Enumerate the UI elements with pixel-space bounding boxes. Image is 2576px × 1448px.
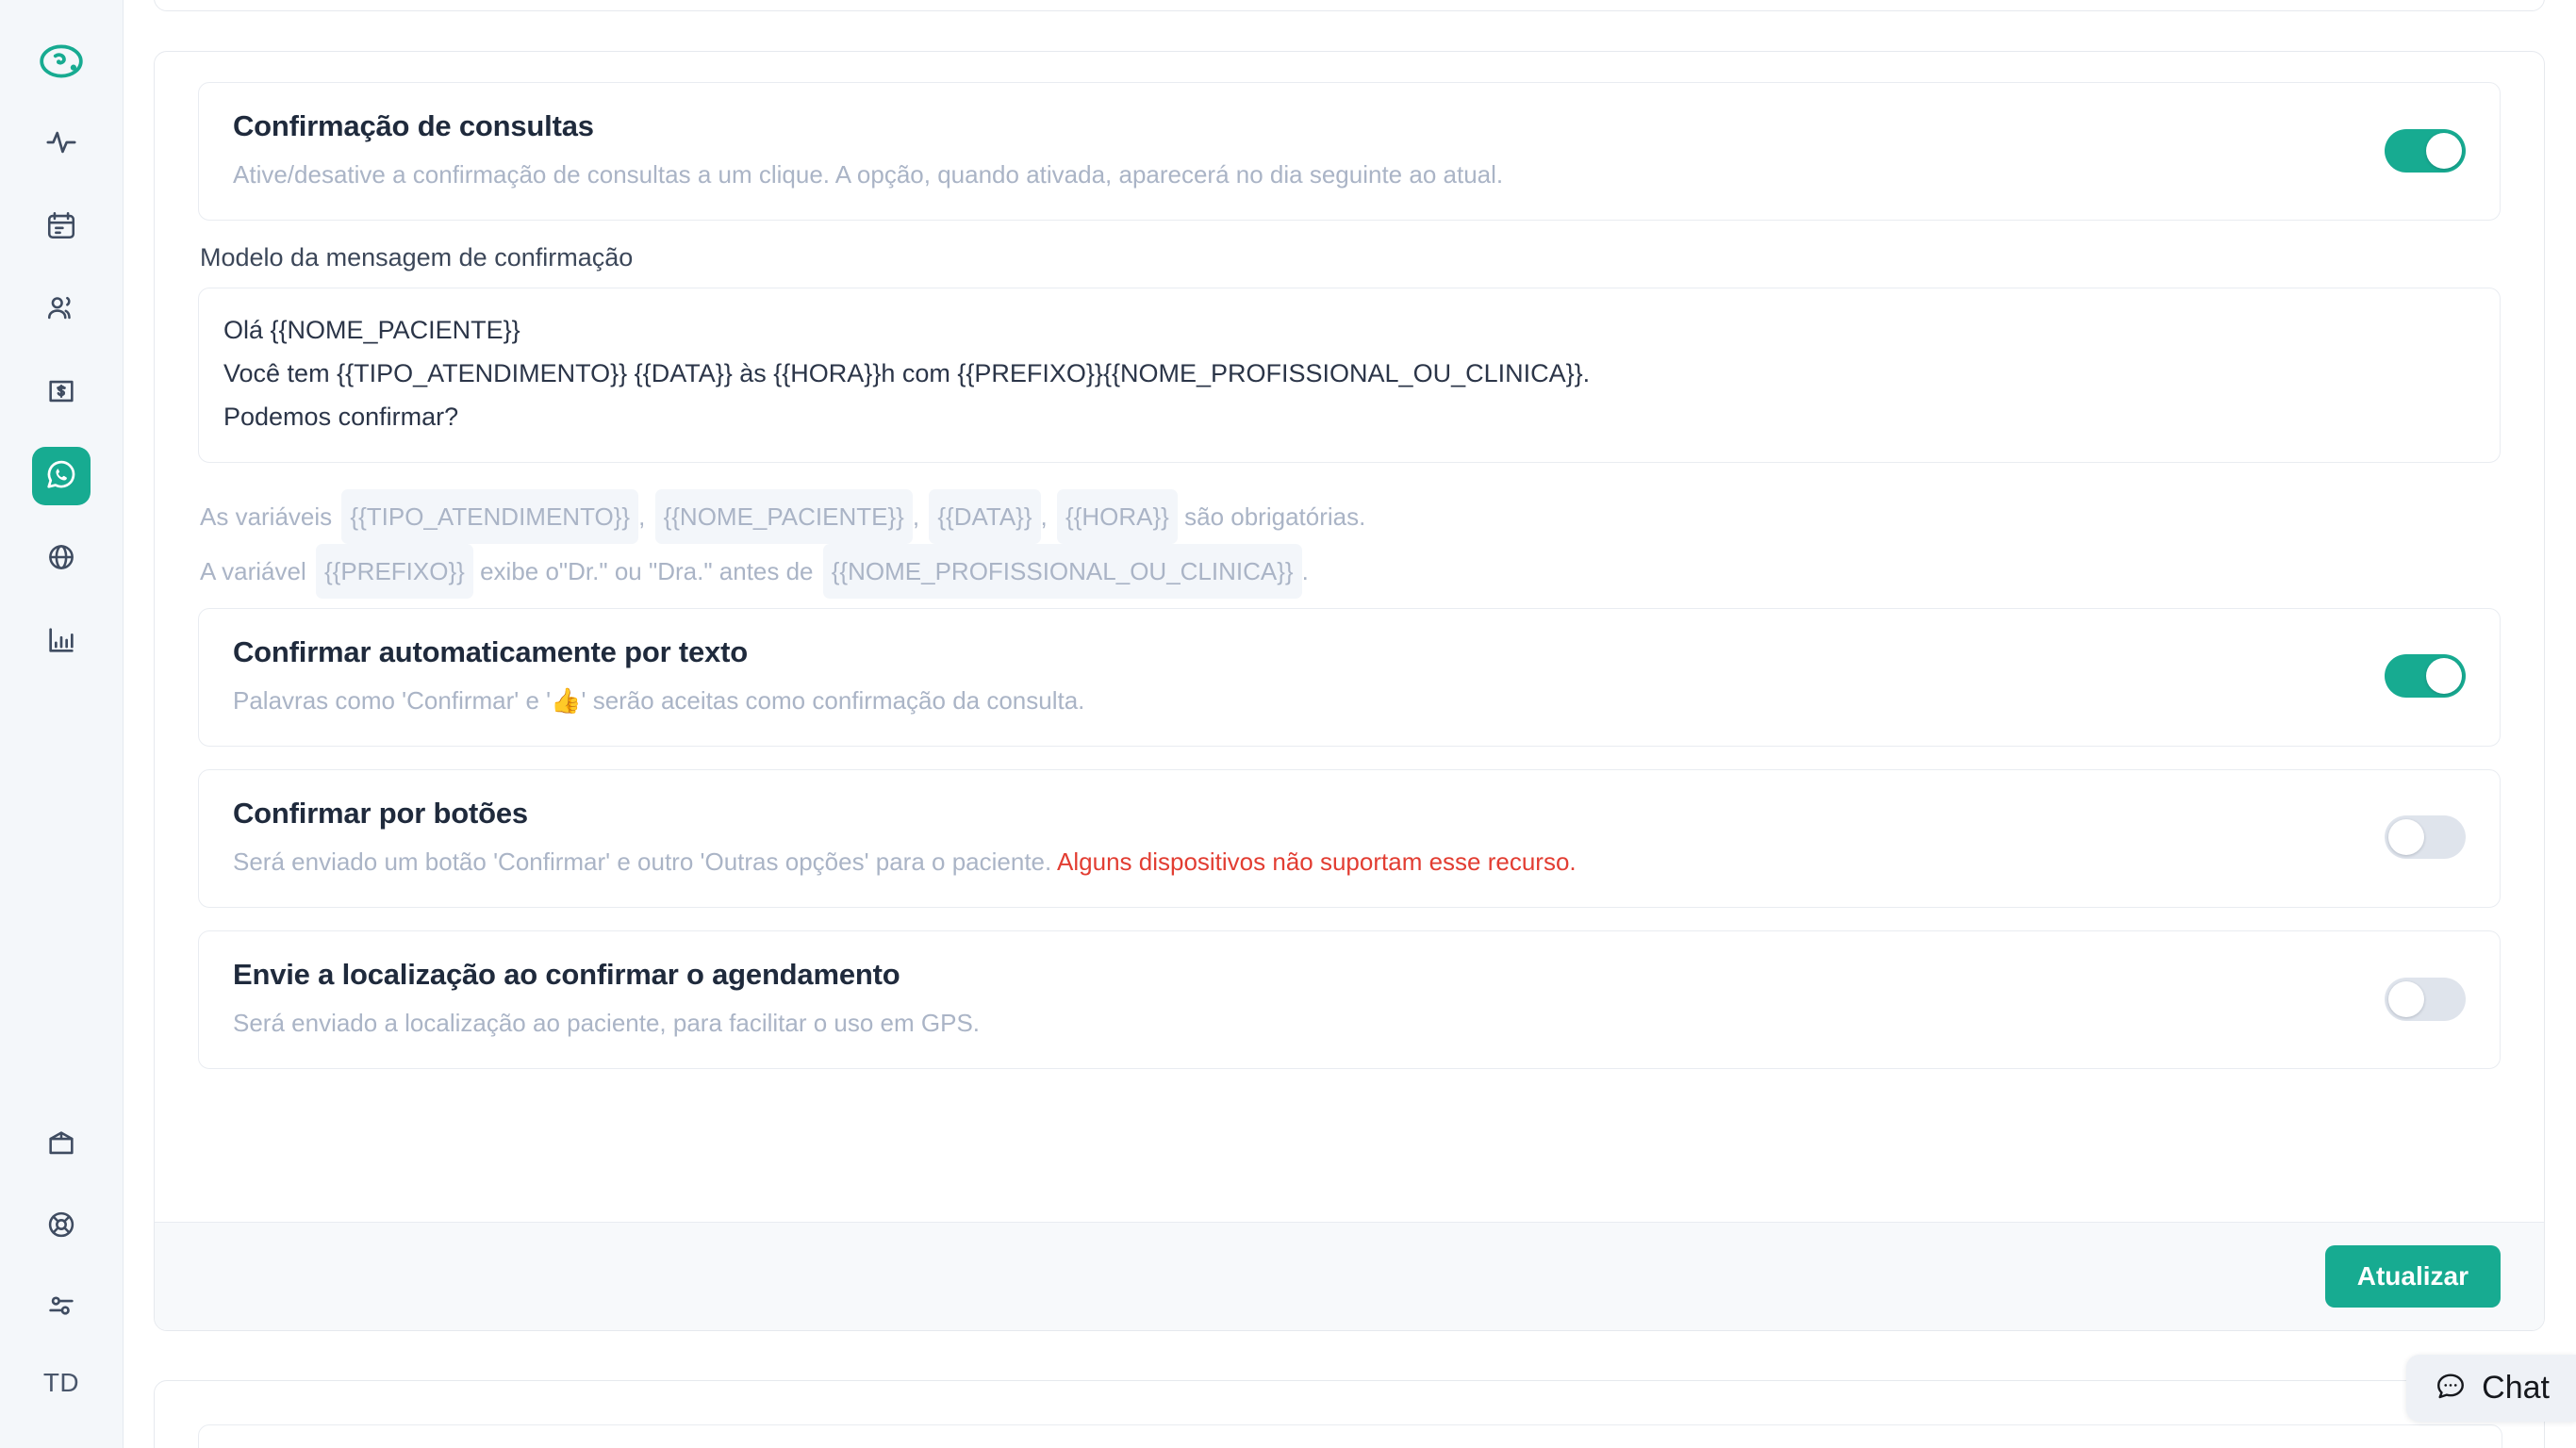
setting-texts: Envie a localização ao confirmar o agend…: [233, 958, 980, 1040]
bar-chart-icon: [45, 624, 77, 661]
message-template-input[interactable]: Olá {{NOME_PACIENTE}} Você tem {{TIPO_AT…: [198, 288, 2501, 463]
chip-data: {{DATA}}: [929, 488, 1041, 544]
setting-row-location: Envie a localização ao confirmar o agend…: [198, 930, 2501, 1070]
setting-row-auto-text: Confirmar automaticamente por texto Pala…: [198, 607, 2501, 747]
left-sidebar: TD: [0, 0, 124, 1448]
activity-pulse-icon: [45, 126, 77, 163]
sidebar-item-products[interactable]: [32, 1116, 91, 1175]
sidebar-item-reports[interactable]: [32, 613, 91, 671]
setting-texts: Confirmar automaticamente por texto Pala…: [233, 635, 1084, 717]
chat-bubble-dots-icon: [2435, 1370, 2467, 1407]
sidebar-item-support[interactable]: [32, 1197, 91, 1256]
setting-row-buttons-confirm: Confirmar por botões Será enviado um bot…: [198, 768, 2501, 908]
desc-text: Será enviado um botão 'Confirmar' e outr…: [233, 847, 1052, 876]
template-line-1: Olá {{NOME_PACIENTE}}: [223, 316, 520, 345]
update-button[interactable]: Atualizar: [2324, 1245, 2501, 1308]
setting-title: Confirmação de consultas: [233, 109, 594, 142]
users-icon: [45, 292, 77, 329]
calendar-icon: [45, 209, 77, 246]
hint2-middle: exibe o"Dr." ou "Dra." antes de: [480, 556, 814, 585]
sidebar-item-dashboard[interactable]: [32, 115, 91, 173]
setting-row-confirmation: Confirmação de consultas Ative/desative …: [198, 82, 2501, 222]
card-footer: Atualizar: [155, 1222, 2544, 1330]
hint-suffix: são obrigatórias.: [1184, 502, 1366, 531]
hint-prefix: As variáveis: [200, 502, 333, 531]
whatsapp-icon: [43, 456, 79, 497]
sidebar-item-financial[interactable]: [32, 364, 91, 422]
globe-icon: [45, 541, 77, 578]
setting-description: Será enviado a localização ao paciente, …: [233, 1008, 981, 1037]
template-line-2: Você tem {{TIPO_ATENDIMENTO}} {{DATA}} à…: [223, 358, 1591, 387]
sidebar-item-settings[interactable]: [32, 1278, 91, 1337]
toggle-buttons-confirm[interactable]: [2385, 815, 2466, 860]
toggle-confirmation[interactable]: [2385, 128, 2466, 173]
toggle-knob: [2426, 658, 2462, 695]
setting-texts: Confirmar por botões Será enviado um bot…: [233, 797, 1577, 879]
box-package-icon: [45, 1127, 77, 1164]
hint2-suffix: .: [1301, 556, 1309, 585]
card-body: Confirmação de consultas Ative/desative …: [155, 52, 2544, 1070]
comma-3: ,: [1040, 502, 1048, 531]
toggle-auto-text[interactable]: [2385, 654, 2466, 699]
toggle-location[interactable]: [2385, 977, 2466, 1021]
desc-before: Palavras como 'Confirmar' e ': [233, 685, 552, 715]
setting-description: Será enviado um botão 'Confirmar' e outr…: [233, 846, 1577, 879]
message-template-block: Modelo da mensagem de confirmação Olá {{…: [198, 243, 2501, 463]
hint-line-required: As variáveis {{TIPO_ATENDIMENTO}} , {{NO…: [200, 488, 2499, 544]
avatar[interactable]: TD: [32, 1359, 91, 1407]
chip-hora: {{HORA}}: [1057, 488, 1178, 544]
chip-nome-profissional: {{NOME_PROFISSIONAL_OU_CLINICA}}: [822, 543, 1302, 599]
setting-description: Palavras como 'Confirmar' e '👍' serão ac…: [233, 684, 1084, 717]
sidebar-item-site[interactable]: [32, 530, 91, 588]
next-card-inner-stub: [198, 1424, 2502, 1448]
desc-after: ' serão aceitas como confirmação da cons…: [581, 685, 1085, 715]
toggle-knob: [2388, 819, 2424, 856]
toggle-knob: [2388, 980, 2424, 1017]
toggle-knob: [2426, 132, 2462, 169]
message-template-label: Modelo da mensagem de confirmação: [200, 243, 634, 272]
chat-label: Chat: [2482, 1370, 2550, 1406]
lifebuoy-support-icon: [45, 1209, 77, 1245]
comma-2: ,: [912, 502, 920, 531]
sidebar-item-whatsapp[interactable]: [32, 447, 91, 505]
brand-logo-icon[interactable]: [32, 32, 91, 90]
main-content: Confirmação de consultas Ative/desative …: [124, 0, 2576, 1448]
sidebar-item-agenda[interactable]: [32, 198, 91, 256]
chip-nome-paciente: {{NOME_PACIENTE}}: [654, 488, 913, 544]
chip-tipo-atendimento: {{TIPO_ATENDIMENTO}}: [341, 488, 639, 544]
thumbs-up-icon: 👍: [551, 685, 582, 715]
sidebar-bottom-nav: TD: [0, 1116, 123, 1407]
comma-1: ,: [638, 502, 646, 531]
sidebar-item-patients[interactable]: [32, 281, 91, 339]
next-card: [154, 1380, 2545, 1448]
setting-description: Ative/desative a confirmação de consulta…: [233, 160, 1504, 189]
variable-hints: As variáveis {{TIPO_ATENDIMENTO}} , {{NO…: [198, 476, 2501, 608]
setting-title: Envie a localização ao confirmar o agend…: [233, 957, 900, 991]
hint-line-prefix: A variável {{PREFIXO}} exibe o"Dr." ou "…: [200, 543, 2499, 599]
confirmation-settings-card: Confirmação de consultas Ative/desative …: [154, 51, 2545, 1331]
chat-widget-button[interactable]: Chat: [2406, 1355, 2576, 1422]
setting-texts: Confirmação de consultas Ative/desative …: [233, 109, 1503, 191]
setting-title: Confirmar automaticamente por texto: [233, 634, 748, 668]
chip-prefixo: {{PREFIXO}}: [315, 543, 473, 599]
sidebar-nav: [32, 115, 91, 696]
hint2-prefix: A variável: [200, 556, 306, 585]
previous-card-stub: [154, 0, 2545, 11]
setting-title: Confirmar por botões: [233, 796, 528, 830]
warning-text: Alguns dispositivos não suportam esse re…: [1057, 847, 1577, 876]
template-line-3: Podemos confirmar?: [223, 402, 459, 431]
sliders-settings-icon: [45, 1290, 77, 1326]
receipt-dollar-icon: [45, 375, 77, 412]
